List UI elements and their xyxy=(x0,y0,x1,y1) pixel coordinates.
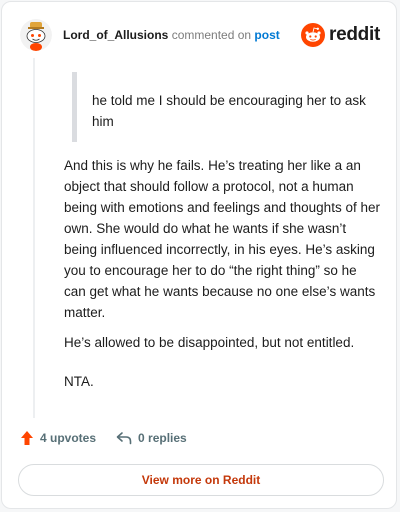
post-link[interactable]: post xyxy=(254,28,279,42)
reply-count: 0 replies xyxy=(138,431,187,445)
snoo-avatar-icon xyxy=(20,19,52,51)
comment-actions: 4 upvotes 0 replies xyxy=(20,430,187,446)
comment-meta: Lord_of_Allusions commented on post xyxy=(63,28,280,42)
quote-bar xyxy=(72,72,77,142)
comment-paragraph-2: He’s allowed to be disappointed, but not… xyxy=(64,335,355,350)
quoted-text: he told me I should be encouraging her t… xyxy=(92,93,366,129)
reddit-brand[interactable]: reddit xyxy=(301,23,380,47)
user-avatar[interactable] xyxy=(20,19,52,51)
comment-card: Lord_of_Allusions commented on post redd… xyxy=(1,1,397,509)
upvote-count: 4 upvotes xyxy=(40,431,97,445)
reply-arrow-icon xyxy=(116,432,132,445)
thread-line xyxy=(33,58,35,418)
view-more-button[interactable]: View more on Reddit xyxy=(18,464,384,496)
comment-paragraph-1: And this is why he fails. He’s treating … xyxy=(64,158,380,320)
reddit-logo-icon xyxy=(301,23,326,47)
comment-header: Lord_of_Allusions commented on post redd… xyxy=(20,16,380,54)
upvote-button[interactable]: 4 upvotes xyxy=(20,430,96,446)
brand-wordmark: reddit xyxy=(329,24,380,45)
reply-button[interactable]: 0 replies xyxy=(116,431,187,445)
comment-paragraph-3: NTA. xyxy=(64,374,94,389)
username-link[interactable]: Lord_of_Allusions xyxy=(63,28,168,42)
upvote-arrow-icon xyxy=(21,431,33,445)
action-text: commented on xyxy=(171,28,252,42)
